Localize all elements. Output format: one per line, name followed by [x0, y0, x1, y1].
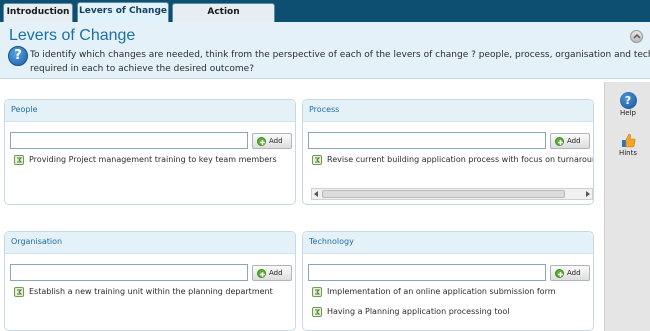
panel-header: Process [303, 100, 593, 122]
list-item: Revise current building application proc… [311, 154, 593, 166]
description-line: required in each to achieve the desired … [30, 64, 254, 74]
add-label: Add [269, 137, 283, 145]
panel-technology: Technology Add Implementation of an onli… [302, 231, 594, 331]
item-text: Revise current building application proc… [327, 155, 593, 164]
add-icon [555, 137, 564, 146]
scroll-right-icon[interactable] [586, 191, 590, 197]
panel-title: Technology [309, 237, 354, 246]
description-line: To identify which changes are needed, th… [30, 50, 650, 60]
page-title: Levers of Change [9, 27, 136, 44]
hints-thumbs-up-icon [620, 132, 637, 149]
people-input[interactable] [10, 132, 248, 149]
panel-title: People [11, 105, 38, 114]
item-icon [14, 287, 24, 297]
people-add-button[interactable]: Add [252, 133, 292, 149]
add-icon [257, 137, 266, 146]
panel-title: Organisation [11, 237, 63, 246]
add-label: Add [269, 269, 283, 277]
item-text: Providing Project management training to… [29, 155, 277, 164]
panel-title: Process [309, 105, 340, 114]
hints-button[interactable]: Hints [605, 132, 650, 157]
technology-add-button[interactable]: Add [550, 265, 590, 281]
horizontal-scrollbar[interactable] [311, 188, 593, 200]
page-header: Levers of Change ? To identify which cha… [0, 22, 650, 79]
add-icon [257, 269, 266, 278]
help-label: Help [620, 109, 636, 117]
scroll-left-icon[interactable] [314, 191, 318, 197]
add-label: Add [567, 269, 581, 277]
technology-input[interactable] [308, 264, 546, 281]
panel-process: Process Add Revise current building appl… [302, 99, 594, 205]
help-circle-icon: ? [8, 46, 28, 66]
help-icon: ? [619, 92, 637, 109]
tab-levers-of-change[interactable]: Levers of Change [77, 2, 169, 22]
item-icon [312, 307, 322, 317]
process-add-button[interactable]: Add [550, 133, 590, 149]
add-label: Add [567, 137, 581, 145]
item-icon [312, 155, 322, 165]
list-item: Establish a new training unit within the… [13, 286, 295, 298]
item-icon [14, 155, 24, 165]
help-button[interactable]: ? Help [605, 92, 650, 117]
panel-people: People Add Providing Project management … [4, 99, 296, 205]
tab-action-prioritisation[interactable]: Action Prioritisation [172, 3, 275, 34]
panel-organisation: Organisation Add Establish a new trainin… [4, 231, 296, 331]
list-item: Implementation of an online application … [311, 286, 593, 298]
hints-label: Hints [618, 149, 638, 157]
scrollbar-thumb[interactable] [322, 190, 565, 198]
process-input[interactable] [308, 132, 546, 149]
panel-header: People [5, 100, 295, 122]
panel-header: Organisation [5, 232, 295, 254]
item-text: Having a Planning application processing… [327, 307, 510, 316]
list-item: Having a Planning application processing… [311, 306, 593, 318]
tab-bar: Introduction Levers of Change Action Pri… [0, 0, 650, 34]
right-sidebar: ? Help Hints [604, 82, 650, 331]
organisation-add-button[interactable]: Add [252, 265, 292, 281]
add-icon [555, 269, 564, 278]
item-icon [312, 287, 322, 297]
item-text: Implementation of an online application … [327, 287, 556, 296]
tab-introduction[interactable]: Introduction [3, 3, 73, 22]
item-text: Establish a new training unit within the… [29, 287, 273, 296]
page-description: To identify which changes are needed, th… [30, 48, 650, 76]
organisation-input[interactable] [10, 264, 248, 281]
panel-header: Technology [303, 232, 593, 254]
list-item: Providing Project management training to… [13, 154, 295, 166]
collapse-icon[interactable] [630, 30, 643, 43]
